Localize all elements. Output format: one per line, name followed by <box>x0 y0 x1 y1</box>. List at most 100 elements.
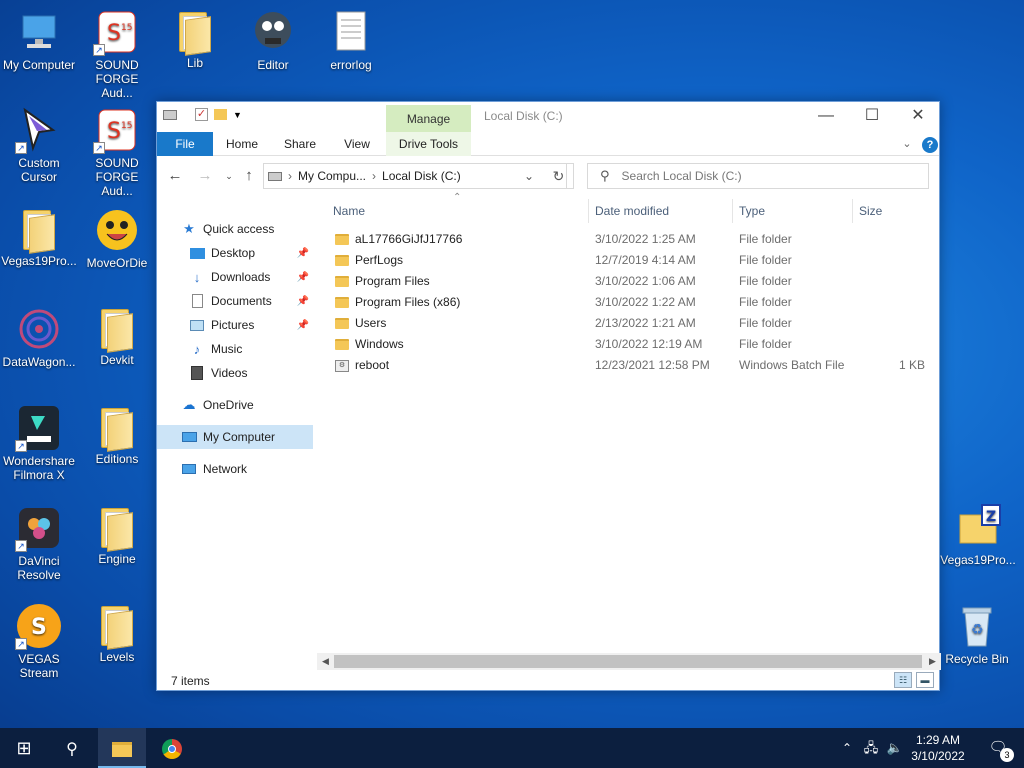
address-bar[interactable]: › My Compu... › Local Disk (C:) ⌄ <box>263 163 567 189</box>
taskbar-chrome[interactable] <box>148 728 196 768</box>
nav-network[interactable]: Network <box>157 457 313 481</box>
title-bar[interactable]: ✓ ▼ Manage Local Disk (C:) — ☐ ✕ <box>157 102 941 133</box>
tab-home[interactable]: Home <box>219 132 265 156</box>
file-row[interactable]: Users 2/13/2022 1:21 AM File folder <box>327 313 927 334</box>
tab-drive-tools[interactable]: Drive Tools <box>386 132 471 156</box>
show-hidden-icons-button[interactable]: ⌃ <box>836 728 858 768</box>
network-icon <box>181 461 197 477</box>
desktop-icon-moveordie[interactable]: MoveOrDie <box>79 206 155 270</box>
tab-share[interactable]: Share <box>279 132 321 156</box>
pin-icon[interactable]: 📌 <box>297 248 309 259</box>
nav-pictures[interactable]: Pictures 📌 <box>157 313 313 337</box>
desktop-icon-vegas-stream[interactable]: S ↗ VEGAS Stream <box>1 602 77 680</box>
desktop-icon-engine[interactable]: Engine <box>79 504 155 566</box>
minimize-button[interactable]: — <box>803 102 849 130</box>
pin-icon[interactable]: 📌 <box>297 320 309 331</box>
arrow-right-icon: → <box>197 167 213 184</box>
folder-icon <box>335 318 349 329</box>
search-input[interactable]: ⚲ Search Local Disk (C:) <box>587 163 929 189</box>
desktop-icon-filmora[interactable]: ↗ Wondershare Filmora X <box>1 404 77 482</box>
system-clock[interactable]: 1:29 AM 3/10/2022 <box>908 732 968 764</box>
forward-button[interactable]: → <box>195 166 215 186</box>
desktop-icon-sound-forge-2[interactable]: S 15 ↗ SOUND FORGE Aud... <box>79 106 155 198</box>
desktop-icon-vegas19pro-2[interactable]: Z Vegas19Pro... <box>938 503 1018 567</box>
desktop-icon-vegas19pro-1[interactable]: Vegas19Pro... <box>1 206 77 268</box>
details-view-button[interactable]: ☷ <box>894 672 912 688</box>
file-row[interactable]: Program Files 3/10/2022 1:06 AM File folde… <box>327 271 927 292</box>
column-header-type[interactable]: Type <box>733 199 853 223</box>
nav-my-computer[interactable]: My Computer <box>157 425 313 449</box>
scroll-right-icon[interactable]: ▶ <box>924 653 941 670</box>
desktop-icon-davinci[interactable]: ↗ DaVinci Resolve <box>1 504 77 582</box>
desktop-icon-editor[interactable]: Editor <box>235 8 311 72</box>
desktop-icon-my-computer[interactable]: My Computer <box>1 8 77 72</box>
chrome-icon <box>162 739 182 760</box>
desktop-icon-recycle-bin[interactable]: ♻ Recycle Bin <box>937 602 1017 666</box>
refresh-button[interactable]: ↻ <box>544 163 574 189</box>
pin-icon[interactable]: 📌 <box>297 272 309 283</box>
tab-manage[interactable]: Manage <box>386 105 471 133</box>
properties-icon[interactable]: ✓ <box>195 108 208 121</box>
new-folder-icon[interactable] <box>214 109 227 120</box>
back-button[interactable]: ← <box>165 166 185 186</box>
breadcrumb-my-computer[interactable]: My Compu... <box>298 169 366 183</box>
svg-text:Z: Z <box>986 509 996 525</box>
close-button[interactable]: ✕ <box>895 102 941 130</box>
nav-onedrive[interactable]: ☁ OneDrive <box>157 393 313 417</box>
desktop-icon-custom-cursor[interactable]: ↗ Custom Cursor <box>1 106 77 184</box>
desktop-icon-errorlog[interactable]: errorlog <box>313 8 389 72</box>
network-tray-button[interactable]: 🖧 <box>858 728 884 768</box>
nav-quick-access[interactable]: ★ Quick access <box>157 217 313 241</box>
desktop-icon-levels[interactable]: Levels <box>79 602 155 664</box>
nav-videos[interactable]: Videos <box>157 361 313 385</box>
taskbar-file-explorer[interactable] <box>98 728 146 768</box>
tab-file[interactable]: File <box>157 132 213 156</box>
file-row[interactable]: Program Files (x86) 3/10/2022 1:22 AM File… <box>327 292 927 313</box>
file-size <box>859 334 925 355</box>
maximize-button[interactable]: ☐ <box>849 102 895 130</box>
recent-locations-button[interactable]: ⌄ <box>219 166 239 186</box>
scrollbar-thumb[interactable] <box>334 655 922 668</box>
file-name: aL17766GiJfJ17766 <box>355 232 463 246</box>
up-button[interactable]: ↑ <box>239 166 259 186</box>
breadcrumb-local-disk[interactable]: Local Disk (C:) <box>382 169 461 183</box>
file-row[interactable]: Windows 3/10/2022 12:19 AM File folder <box>327 334 927 355</box>
desktop-icon-sound-forge-1[interactable]: S 15 ↗ SOUND FORGE Aud... <box>79 8 155 100</box>
column-header-date[interactable]: Date modified <box>589 199 733 223</box>
file-name: Users <box>355 316 387 330</box>
file-date: 3/10/2022 1:06 AM <box>595 274 696 288</box>
details-view-icon: ☷ <box>898 675 908 685</box>
customize-qat-chevron-icon[interactable]: ▼ <box>233 110 242 120</box>
horizontal-scrollbar[interactable]: ◀ ▶ <box>317 653 941 670</box>
scroll-left-icon[interactable]: ◀ <box>317 653 334 670</box>
help-button[interactable]: ? <box>921 132 939 156</box>
pictures-icon <box>189 317 205 333</box>
nav-documents[interactable]: Documents 📌 <box>157 289 313 313</box>
large-icons-view-button[interactable]: ▬ <box>916 672 934 688</box>
action-center-button[interactable]: 🗨 3 <box>978 728 1018 768</box>
nav-downloads[interactable]: ↓ Downloads 📌 <box>157 265 313 289</box>
column-header-size[interactable]: Size <box>853 199 933 223</box>
file-row[interactable]: ⚙ reboot 12/23/2021 12:58 PM Windows Batch … <box>327 355 927 376</box>
expand-ribbon-chevron-icon[interactable]: ⌄ <box>897 132 917 156</box>
desktop-icon-lib[interactable]: Lib <box>157 8 233 70</box>
tab-view[interactable]: View <box>337 132 377 156</box>
address-dropdown-chevron-icon[interactable]: ⌄ <box>524 169 534 183</box>
desktop-icon-devkit[interactable]: Devkit <box>79 305 155 367</box>
pin-icon[interactable]: 📌 <box>297 296 309 307</box>
folder-icon <box>97 604 137 650</box>
search-taskbar-button[interactable]: ⚲ <box>48 728 96 768</box>
nav-music[interactable]: ♪ Music <box>157 337 313 361</box>
file-row[interactable]: PerfLogs 12/7/2019 4:14 AM File folder <box>327 250 927 271</box>
documents-icon <box>189 293 205 309</box>
start-button[interactable]: ⊞ <box>0 728 48 768</box>
filmora-icon: ↗ <box>15 404 63 452</box>
volume-button[interactable]: 🔈 <box>884 728 906 768</box>
file-date: 12/7/2019 4:14 AM <box>595 253 696 267</box>
file-row[interactable]: aL17766GiJfJ17766 3/10/2022 1:25 AM File f… <box>327 229 927 250</box>
nav-desktop[interactable]: Desktop 📌 <box>157 241 313 265</box>
desktop-icon-editions[interactable]: Editions <box>79 404 155 466</box>
desktop-icon-datawagon[interactable]: DataWagon... <box>1 305 77 369</box>
column-header-name[interactable]: Name <box>327 199 589 223</box>
folder-icon <box>335 339 349 350</box>
